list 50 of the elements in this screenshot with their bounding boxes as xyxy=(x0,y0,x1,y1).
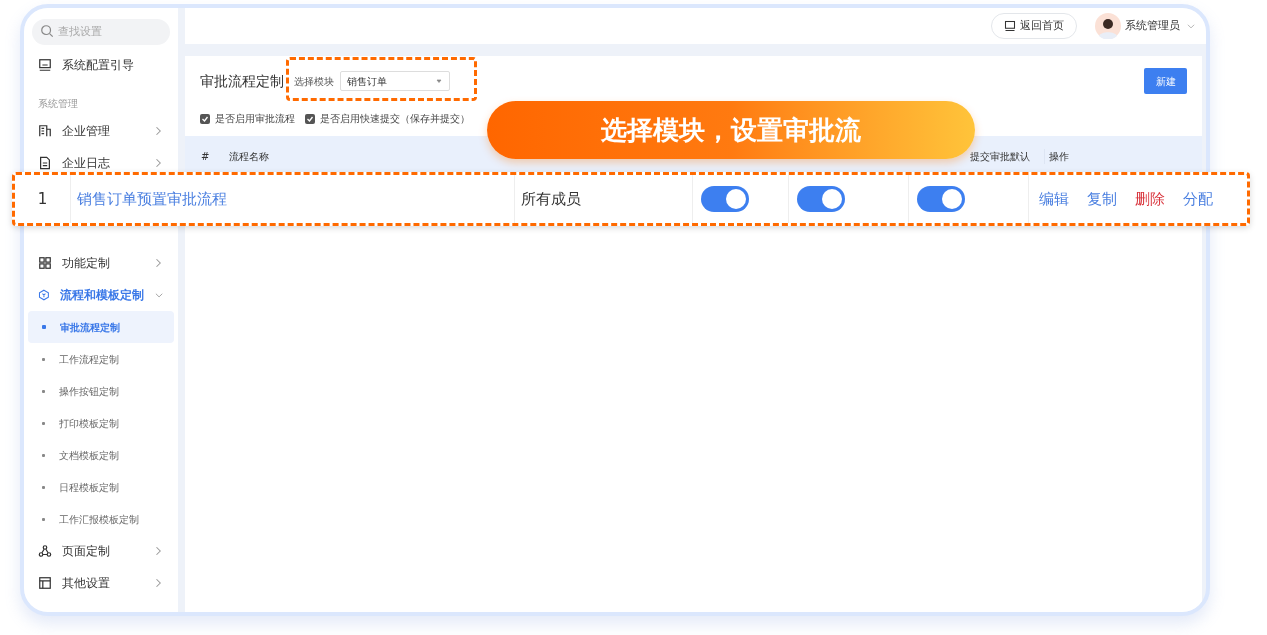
sidebar-item[interactable]: 功能定制 xyxy=(62,254,142,272)
action-link[interactable]: 复制 xyxy=(1087,187,1117,211)
sidebar-item[interactable]: 流程和模板定制 xyxy=(59,286,144,304)
table-cell-text: 所有成员 xyxy=(521,188,581,210)
action-link[interactable]: 分配 xyxy=(1183,187,1213,211)
column-header: # xyxy=(200,149,211,164)
triangle-nodes-icon xyxy=(38,544,52,558)
sidebar-subitem[interactable]: 工作汇报模板定制 xyxy=(28,503,174,535)
monitor-icon xyxy=(38,58,52,72)
user-name[interactable]: 系统管理员 xyxy=(1125,17,1180,35)
sidebar-item[interactable]: 页面定制 xyxy=(62,542,142,560)
sidebar-item[interactable]: 企业日志 xyxy=(62,154,142,172)
sidebar-subitem[interactable]: 操作按钮定制 xyxy=(28,375,174,407)
action-link[interactable]: 编辑 xyxy=(1039,187,1069,211)
sidebar-item[interactable]: 其他设置 xyxy=(62,574,142,592)
search-icon xyxy=(40,24,54,38)
toggle-switch[interactable] xyxy=(917,186,965,212)
field-label: 选择模块 xyxy=(294,74,334,89)
checkbox-label: 是否启用审批流程 xyxy=(215,111,295,126)
row-number: 1 xyxy=(37,188,48,210)
checkbox[interactable] xyxy=(200,114,210,124)
sidebar-subitem[interactable]: 打印模板定制 xyxy=(28,407,174,439)
section-label: 系统管理 xyxy=(37,97,79,111)
search-field[interactable]: 查找设置 xyxy=(32,18,170,45)
sidebar-subitem[interactable]: 工作流程定制 xyxy=(28,343,174,375)
monitor-icon xyxy=(1004,20,1016,32)
sidebar-item[interactable]: 企业管理 xyxy=(62,122,142,140)
checkbox-label: 是否启用快速提交（保存并提交） xyxy=(320,111,470,126)
flow-name-link[interactable]: 销售订单预置审批流程 xyxy=(77,187,227,211)
sidebar-subitem[interactable]: 文档模板定制 xyxy=(28,439,174,471)
caret-down-icon xyxy=(435,77,443,85)
column-header: 流程名称 xyxy=(229,149,270,164)
module-select[interactable]: 销售订单 xyxy=(340,71,450,91)
sidebar-subitem[interactable]: 审批流程定制 xyxy=(28,311,174,343)
action-link[interactable]: 删除 xyxy=(1135,187,1165,211)
sidebar-item[interactable]: 系统配置引导 xyxy=(62,56,134,74)
toggle-switch[interactable] xyxy=(797,186,845,212)
hexagon-icon xyxy=(38,288,50,302)
grid-icon xyxy=(38,256,52,270)
toggle-switch[interactable] xyxy=(701,186,749,212)
chevron-down-icon xyxy=(1186,21,1196,31)
page-title: 审批流程定制 xyxy=(200,71,284,91)
checkbox[interactable] xyxy=(305,114,315,124)
column-header: 操作 xyxy=(1044,148,1202,164)
avatar[interactable] xyxy=(1095,13,1121,39)
new-button[interactable]: 新建 xyxy=(1144,68,1187,94)
building-icon xyxy=(38,124,52,138)
sidebar-subitem[interactable]: 日程模板定制 xyxy=(28,471,174,503)
layout-icon xyxy=(38,576,52,590)
document-icon xyxy=(38,156,52,170)
